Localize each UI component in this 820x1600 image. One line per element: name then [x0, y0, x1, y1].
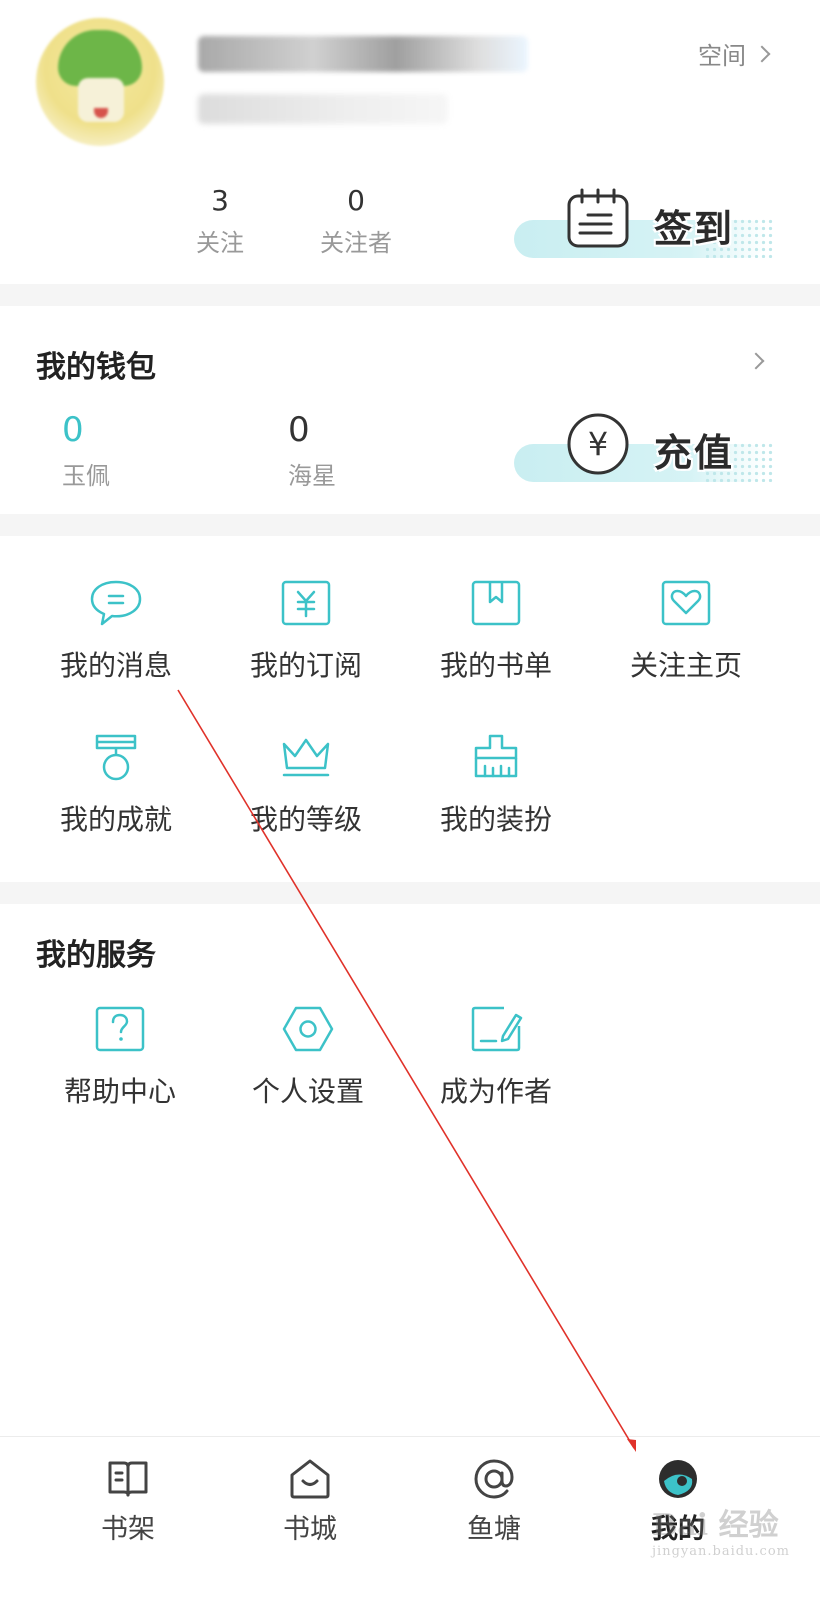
calendar-icon [567, 188, 629, 248]
bookshelf-icon [108, 1461, 148, 1497]
grid-label: 我的成就 [59, 803, 172, 836]
heart-icon [661, 580, 711, 626]
watermark-text: Bai 经验 [652, 1508, 779, 1543]
checkin-label: 签到 [654, 207, 735, 251]
grid-item-level[interactable]: 我的等级 [226, 732, 386, 838]
grid-item-subscriptions[interactable]: 我的订阅 [226, 578, 386, 684]
wallet-chevron-icon[interactable] [747, 352, 765, 370]
medal-icon [95, 734, 137, 781]
nav-label: 书城 [283, 1514, 337, 1545]
chevron-right-icon [753, 45, 771, 62]
followers-label: 关注者 [320, 229, 392, 257]
service-label: 个人设置 [251, 1075, 364, 1108]
grid-item-dressup[interactable]: 我的装扮 [416, 732, 576, 838]
section-divider [0, 284, 820, 306]
grid-item-messages[interactable]: 我的消息 [36, 578, 196, 684]
watermark-sub: jingyan.baidu.com [652, 1544, 790, 1559]
starfish-count: 0 [288, 410, 310, 450]
help-icon [95, 1006, 145, 1052]
following-count: 3 [211, 184, 229, 217]
grid-label: 我的消息 [59, 649, 172, 682]
message-icon [90, 580, 142, 626]
nav-item-bookstore[interactable]: 书城 [250, 1457, 370, 1546]
grid-label: 我的等级 [249, 803, 362, 836]
grid-item-followed-pages[interactable]: 关注主页 [606, 578, 766, 684]
recharge-label: 充值 [654, 431, 735, 475]
services-title: 我的服务 [36, 938, 156, 973]
fishpond-icon [474, 1459, 514, 1499]
following-stat[interactable]: 3 关注 [188, 184, 252, 258]
grid-item-booklists[interactable]: 我的书单 [416, 578, 576, 684]
nav-label: 书架 [101, 1514, 155, 1545]
jade-stat[interactable]: 0 玉佩 [62, 410, 110, 491]
service-label: 成为作者 [439, 1075, 552, 1108]
jade-count: 0 [62, 410, 84, 450]
username-blurred [198, 36, 528, 72]
subscription-icon [281, 580, 331, 626]
grid-label: 我的装扮 [439, 803, 552, 836]
service-personal-settings[interactable]: 个人设置 [228, 1004, 388, 1110]
bookstore-icon [290, 1459, 330, 1499]
yuan-coin-icon: ¥ [567, 413, 629, 475]
settings-icon [282, 1006, 334, 1052]
following-label: 关注 [196, 229, 244, 257]
user-id-blurred [198, 94, 448, 124]
avatar[interactable] [36, 18, 164, 146]
yuan-symbol: ¥ [588, 425, 608, 463]
starfish-label: 海星 [288, 462, 336, 490]
section-divider [0, 882, 820, 904]
followers-stat[interactable]: 0 关注者 [308, 184, 404, 258]
checkin-button[interactable]: 签到 [514, 188, 774, 268]
write-icon [471, 1006, 523, 1052]
space-label: 空间 [698, 42, 746, 70]
jade-label: 玉佩 [62, 462, 110, 490]
service-help-center[interactable]: 帮助中心 [40, 1004, 200, 1110]
brush-icon [474, 734, 518, 778]
nav-item-bookshelf[interactable]: 书架 [68, 1457, 188, 1546]
space-link[interactable]: 空间 [698, 36, 771, 71]
starfish-stat[interactable]: 0 海星 [288, 410, 336, 491]
service-label: 帮助中心 [63, 1075, 176, 1108]
nav-item-fishpond[interactable]: 鱼塘 [434, 1457, 554, 1546]
recharge-button[interactable]: ¥ 充值 [514, 412, 774, 492]
service-become-author[interactable]: 成为作者 [416, 1004, 576, 1110]
followers-count: 0 [347, 184, 365, 217]
section-divider [0, 514, 820, 536]
crown-icon [282, 738, 330, 777]
grid-label: 我的订阅 [249, 649, 362, 682]
nav-label: 鱼塘 [467, 1514, 521, 1545]
wallet-title: 我的钱包 [36, 350, 156, 385]
watermark: Bai 经验 jingyan.baidu.com [652, 1500, 790, 1559]
grid-label: 我的书单 [439, 649, 552, 682]
grid-item-achievements[interactable]: 我的成就 [36, 732, 196, 838]
profile-icon [659, 1460, 697, 1498]
grid-label: 关注主页 [629, 649, 742, 682]
booklist-icon [471, 580, 521, 626]
